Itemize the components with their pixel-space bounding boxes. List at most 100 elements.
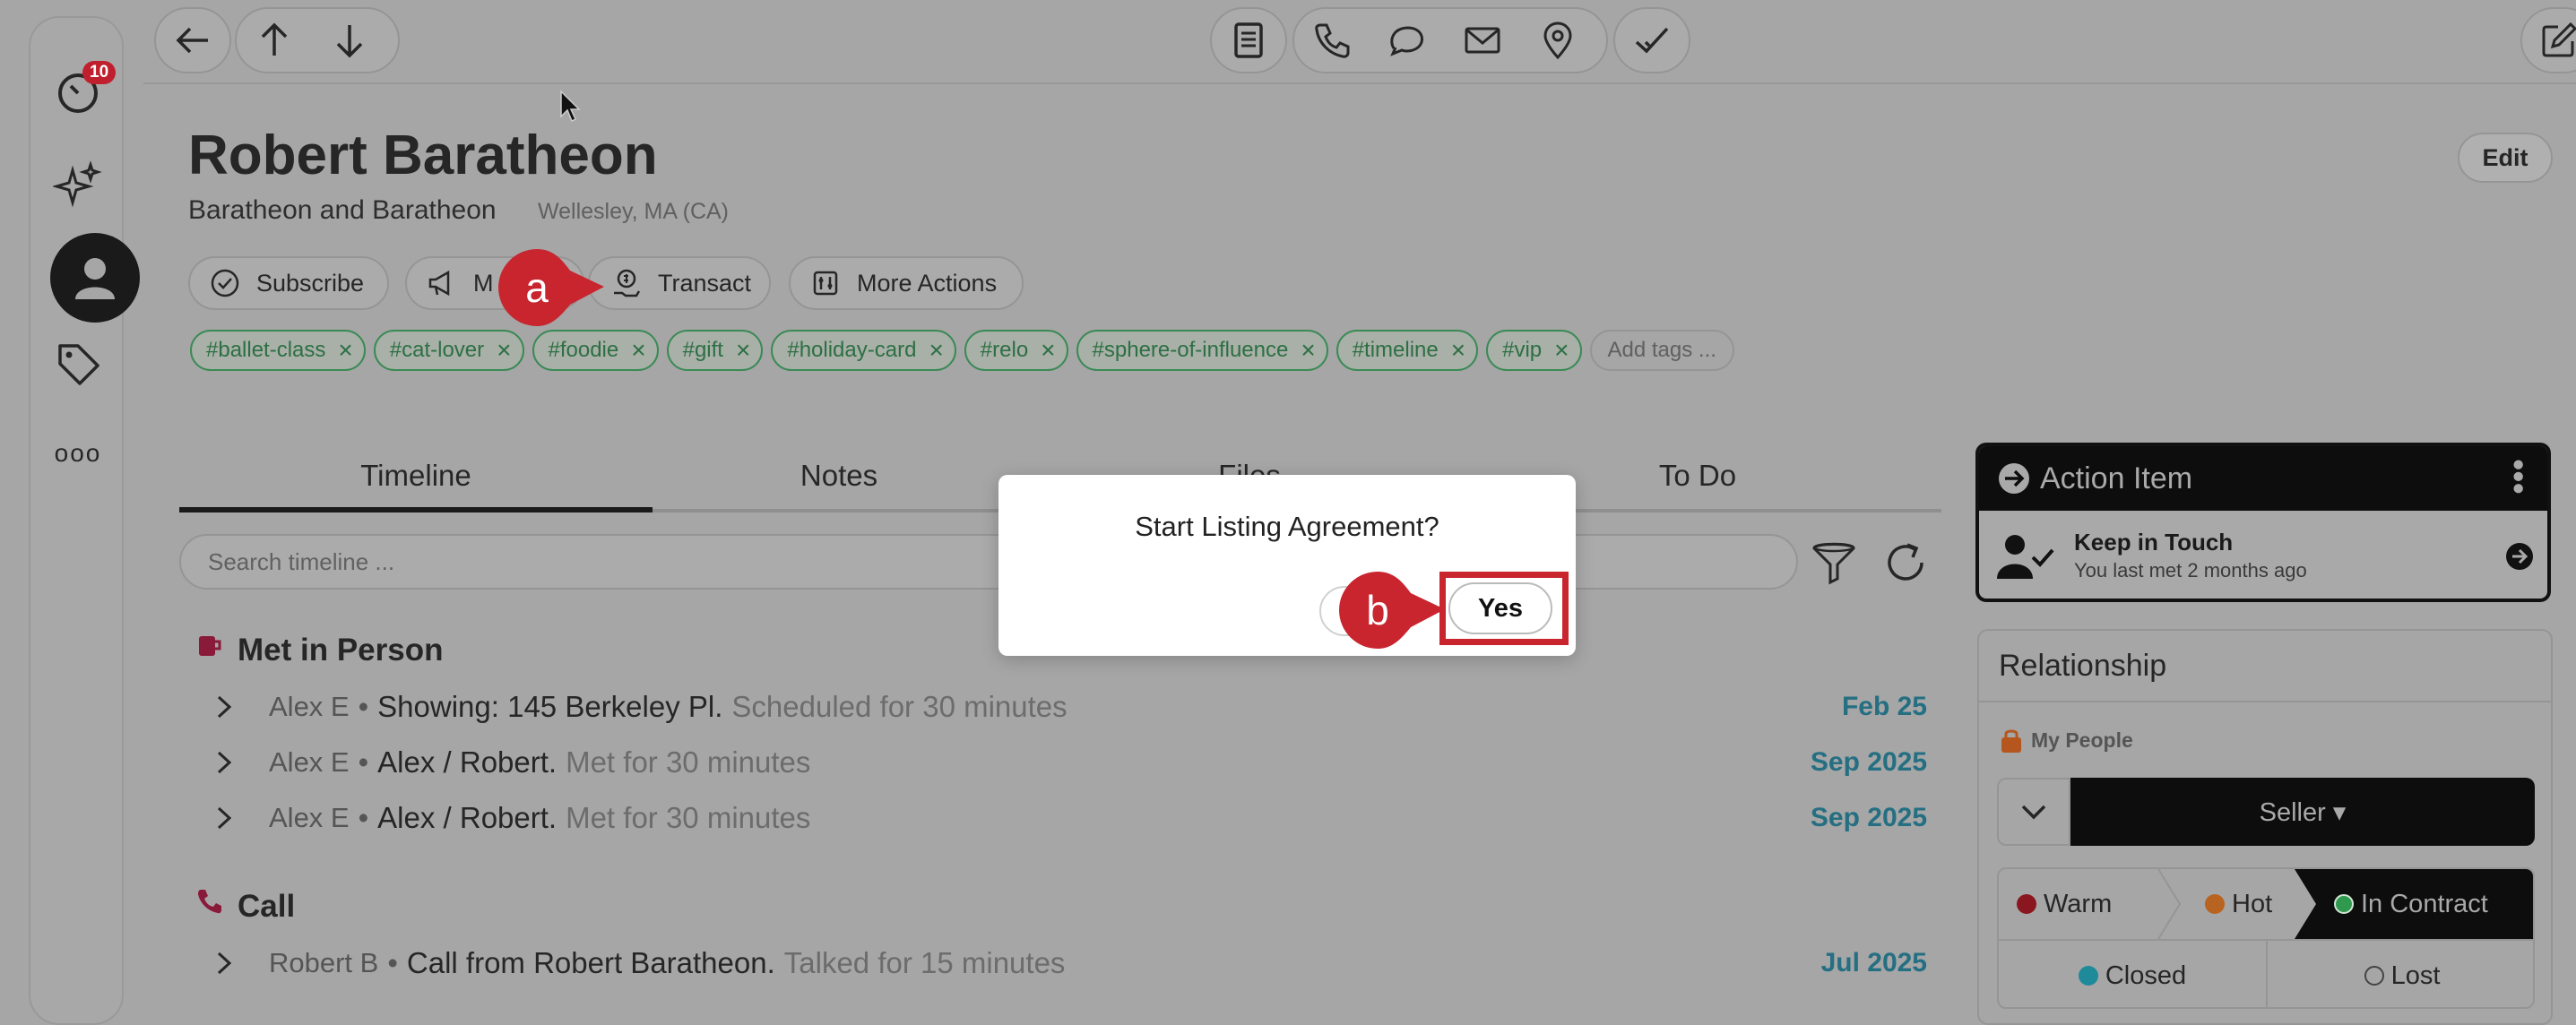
remove-tag-icon[interactable]: × bbox=[338, 336, 352, 365]
action-item-header: Action Item ••• bbox=[1979, 446, 2547, 511]
action-item-card: Action Item ••• Keep in Touch You last m… bbox=[1975, 443, 2551, 602]
timeline-row[interactable]: Alex E • Alex / Robert. Met for 30 minutes S… bbox=[197, 796, 1927, 840]
tag-chip[interactable]: #cat-lover × bbox=[373, 330, 524, 371]
tag-chip[interactable]: #ballet-class × bbox=[190, 330, 366, 371]
add-tags-input[interactable]: Add tags ... bbox=[1589, 330, 1734, 371]
task-button[interactable] bbox=[1613, 7, 1690, 73]
tag-label: #relo bbox=[980, 338, 1029, 362]
call-button[interactable] bbox=[1294, 7, 1370, 73]
email-button[interactable] bbox=[1445, 7, 1520, 73]
remove-tag-icon[interactable]: × bbox=[631, 336, 645, 365]
next-button[interactable] bbox=[312, 7, 387, 73]
remove-tag-icon[interactable]: × bbox=[736, 336, 750, 365]
check-circle-icon bbox=[211, 269, 239, 297]
chevron-right-icon[interactable] bbox=[197, 693, 251, 720]
remove-tag-icon[interactable]: × bbox=[1301, 336, 1315, 365]
chevron-down-icon[interactable] bbox=[1997, 778, 2070, 846]
remove-tag-icon[interactable]: × bbox=[929, 336, 943, 365]
row-description: Alex / Robert. bbox=[377, 801, 558, 834]
row-author: Alex E bbox=[269, 746, 350, 778]
active-tab-indicator bbox=[179, 507, 653, 512]
kebab-menu-icon[interactable]: ••• bbox=[2499, 459, 2537, 495]
stage-in-contract[interactable]: In Contract bbox=[2295, 869, 2533, 939]
lock-icon bbox=[2001, 729, 2021, 753]
callout-b: b bbox=[1339, 572, 1445, 649]
tag-chip[interactable]: #holiday-card × bbox=[771, 330, 956, 371]
tag-label: #cat-lover bbox=[389, 338, 485, 362]
edit-button[interactable]: Edit bbox=[2458, 133, 2553, 183]
tab-notes[interactable]: Notes bbox=[653, 439, 1025, 512]
chevron-right-icon[interactable] bbox=[197, 749, 251, 776]
market-label: M bbox=[473, 269, 494, 297]
row-duration: Scheduled for 30 minutes bbox=[731, 690, 1068, 723]
stage-lost[interactable]: Lost bbox=[2268, 941, 2533, 1007]
rail-contacts[interactable] bbox=[50, 233, 140, 323]
tag-label: #vip bbox=[1502, 338, 1543, 362]
arrow-circle-right-icon[interactable] bbox=[2504, 541, 2535, 572]
location-button[interactable] bbox=[1520, 7, 1595, 73]
row-date: Sep 2025 bbox=[1810, 803, 1927, 832]
tag-chip[interactable]: #sphere-of-influence × bbox=[1076, 330, 1328, 371]
document-icon bbox=[1234, 22, 1263, 58]
relationship-type-value[interactable]: Seller ▾ bbox=[2070, 778, 2535, 846]
privacy-label: My People bbox=[2031, 728, 2133, 752]
rail-more[interactable]: ooo bbox=[30, 418, 125, 489]
row-separator: • bbox=[358, 690, 369, 723]
hot-dot bbox=[2205, 894, 2225, 914]
timeline-row[interactable]: Alex E • Alex / Robert. Met for 30 minutes S… bbox=[197, 740, 1927, 785]
chevron-divider bbox=[2157, 869, 2182, 939]
timeline-row[interactable]: Alex E • Showing: 145 Berkeley Pl. Schedule… bbox=[197, 685, 1927, 729]
lost-dot bbox=[2364, 966, 2384, 986]
tab-timeline[interactable]: Timeline bbox=[179, 439, 653, 512]
compose-button[interactable] bbox=[2520, 7, 2576, 73]
arrow-circle-right-icon bbox=[1999, 463, 2029, 494]
back-button[interactable] bbox=[154, 7, 231, 73]
message-button[interactable] bbox=[1370, 7, 1445, 73]
remove-tag-icon[interactable]: × bbox=[1451, 336, 1465, 365]
communication-group bbox=[1292, 7, 1608, 73]
row-separator: • bbox=[387, 946, 398, 979]
checkmark-icon bbox=[1635, 27, 1669, 54]
refresh-icon[interactable] bbox=[1880, 538, 1931, 588]
mouse-cursor-icon bbox=[560, 90, 581, 123]
relationship-type-select[interactable]: Seller ▾ bbox=[1997, 778, 2535, 846]
remove-tag-icon[interactable]: × bbox=[1041, 336, 1055, 365]
rail-ai[interactable] bbox=[30, 149, 125, 220]
remove-tag-icon[interactable]: × bbox=[497, 336, 511, 365]
top-toolbar bbox=[143, 0, 2576, 84]
contact-name: Robert Baratheon bbox=[188, 125, 658, 186]
filter-icon[interactable] bbox=[1809, 538, 1859, 588]
tag-chip[interactable]: #foodie × bbox=[532, 330, 659, 371]
compose-icon bbox=[2542, 22, 2576, 57]
tag-chip[interactable]: #timeline × bbox=[1336, 330, 1479, 371]
chevron-right-icon[interactable] bbox=[197, 950, 251, 977]
chevron-right-icon[interactable] bbox=[197, 805, 251, 831]
previous-button[interactable] bbox=[237, 7, 312, 73]
stage-closed[interactable]: Closed bbox=[1999, 941, 2266, 1007]
row-author: Robert B bbox=[269, 947, 379, 978]
subscribe-button[interactable]: Subscribe bbox=[188, 256, 389, 310]
timeline-row[interactable]: Robert B • Call from Robert Baratheon. Talk… bbox=[197, 941, 1927, 986]
tag-chip[interactable]: #gift × bbox=[666, 330, 764, 371]
remove-tag-icon[interactable]: × bbox=[1554, 336, 1569, 365]
record-navigation bbox=[235, 7, 400, 73]
left-rail: 10 ooo bbox=[29, 16, 140, 1025]
action-item-row[interactable]: Keep in Touch You last met 2 months ago bbox=[1979, 511, 2547, 599]
stage-warm[interactable]: Warm bbox=[2017, 869, 2169, 939]
person-check-icon bbox=[1997, 535, 2054, 579]
tag-chip[interactable]: #relo × bbox=[964, 330, 1068, 371]
more-actions-button[interactable]: More Actions bbox=[789, 256, 1024, 310]
tag-label: #foodie bbox=[548, 338, 619, 362]
row-duration: Met for 30 minutes bbox=[566, 801, 811, 834]
note-button[interactable] bbox=[1210, 7, 1287, 73]
rail-reminders[interactable]: 10 bbox=[30, 56, 125, 127]
relationship-title: Relationship bbox=[1979, 631, 2551, 702]
arrow-up-icon bbox=[261, 22, 288, 56]
tag-icon bbox=[58, 344, 99, 385]
envelope-icon bbox=[1465, 27, 1500, 54]
subscribe-label: Subscribe bbox=[256, 269, 365, 297]
tag-chip[interactable]: #vip × bbox=[1486, 330, 1582, 371]
tag-list: #ballet-class × #cat-lover × #foodie × #gift × #… bbox=[190, 330, 1734, 371]
chat-bubble-icon bbox=[1390, 26, 1423, 56]
rail-tags[interactable] bbox=[30, 328, 125, 400]
